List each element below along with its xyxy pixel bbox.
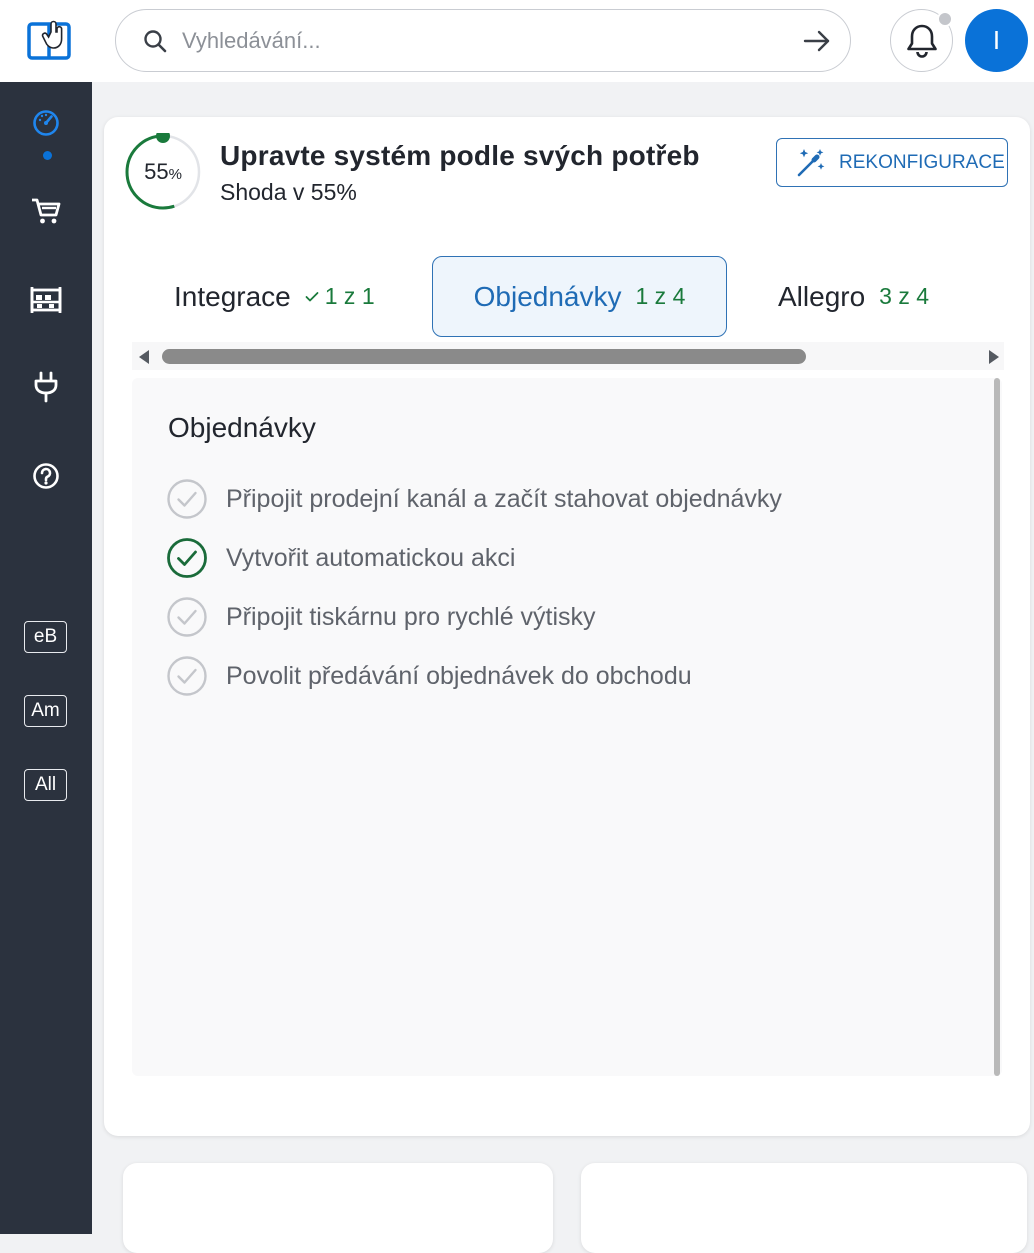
task-item[interactable]: Připojit prodejní kanál a začít stahovat… [166, 478, 782, 520]
check-circle-done-icon [167, 538, 207, 578]
marketplace-label: eB [33, 626, 58, 647]
sidebar-item-dashboard[interactable] [16, 97, 76, 149]
task-item[interactable]: Vytvořit automatickou akci [166, 537, 515, 579]
notification-indicator [937, 11, 953, 27]
progress-number: 55 [144, 159, 169, 184]
bell-icon [907, 24, 937, 58]
search-icon [144, 30, 167, 53]
progress-value: 55% [124, 133, 202, 211]
bottom-card [123, 1163, 553, 1253]
marketplace-allegro[interactable]: All [24, 769, 67, 801]
marketplace-label: All [34, 774, 57, 795]
setup-card: 55% Upravte systém podle svých potřeb Sh… [104, 117, 1030, 1136]
scroll-left-icon[interactable] [137, 349, 151, 365]
check-circle-icon [167, 597, 207, 637]
tab-allegro[interactable]: Allegro 3 z 4 [778, 256, 929, 337]
task-label: Povolit předávání objednávek do obchodu [226, 661, 692, 690]
search-bar [115, 9, 851, 72]
arrow-right-icon[interactable] [802, 27, 832, 55]
notifications-button[interactable] [890, 9, 953, 72]
active-indicator [43, 151, 52, 160]
marketplace-label: Am [31, 700, 60, 721]
sidebar-item-orders[interactable] [16, 185, 76, 237]
tab-label: Allegro [778, 280, 866, 312]
tab-count-value: 1 z 4 [635, 283, 686, 309]
task-label: Vytvořit automatickou akci [226, 543, 516, 572]
top-bar: I [0, 0, 1034, 82]
search-input[interactable] [182, 22, 782, 60]
check-icon [305, 291, 319, 301]
match-subtitle: Shoda v 55% [220, 179, 357, 205]
sidebar-item-help[interactable] [16, 450, 76, 502]
tab-orders[interactable]: Objednávky 1 z 4 [432, 256, 727, 337]
reconfigure-label: REKONFIGURACE [839, 151, 1005, 173]
user-avatar[interactable]: I [965, 9, 1028, 72]
dashboard-icon [33, 110, 59, 136]
task-label: Připojit tiskárnu pro rychlé výtisky [226, 602, 596, 631]
tab-label: Objednávky [473, 280, 622, 312]
plug-icon [34, 371, 58, 403]
sidebar: eB Am All [0, 82, 92, 1234]
marketplace-ebay[interactable]: eB [24, 621, 67, 653]
scroll-right-icon[interactable] [987, 349, 1001, 365]
panel-scrollbar[interactable] [994, 378, 1000, 1076]
marketplace-amazon[interactable]: Am [24, 695, 67, 727]
panel-title: Objednávky [168, 412, 316, 443]
page-title: Upravte systém podle svých potřeb [220, 140, 700, 171]
tab-integrations[interactable]: Integrace 1 z 1 [174, 256, 375, 337]
task-item[interactable]: Povolit předávání objednávek do obchodu [166, 655, 692, 697]
sidebar-item-integrations[interactable] [16, 361, 76, 413]
tab-count: 1 z 1 [305, 283, 375, 310]
tabs-scrollbar[interactable] [132, 342, 1004, 370]
task-panel: Objednávky Připojit prodejní kanál a zač… [132, 378, 1002, 1076]
task-label: Připojit prodejní kanál a začít stahovat… [226, 484, 782, 513]
tab-count-value: 1 z 1 [324, 283, 375, 309]
magic-wand-icon [797, 149, 825, 177]
sidebar-item-warehouse[interactable] [16, 273, 76, 325]
warehouse-icon [30, 287, 62, 313]
check-circle-icon [167, 479, 207, 519]
help-icon [33, 463, 59, 489]
cart-icon [32, 198, 61, 224]
check-circle-icon [167, 656, 207, 696]
avatar-initial: I [992, 25, 1001, 55]
task-item[interactable]: Připojit tiskárnu pro rychlé výtisky [166, 596, 596, 638]
app-logo-icon[interactable] [27, 18, 71, 62]
scrollbar-thumb[interactable] [162, 349, 806, 364]
tab-label: Integrace [174, 280, 291, 312]
reconfigure-button[interactable]: REKONFIGURACE [776, 138, 1008, 187]
bottom-card [581, 1163, 1027, 1253]
progress-unit: % [168, 166, 182, 183]
tab-count-value: 3 z 4 [879, 283, 930, 309]
